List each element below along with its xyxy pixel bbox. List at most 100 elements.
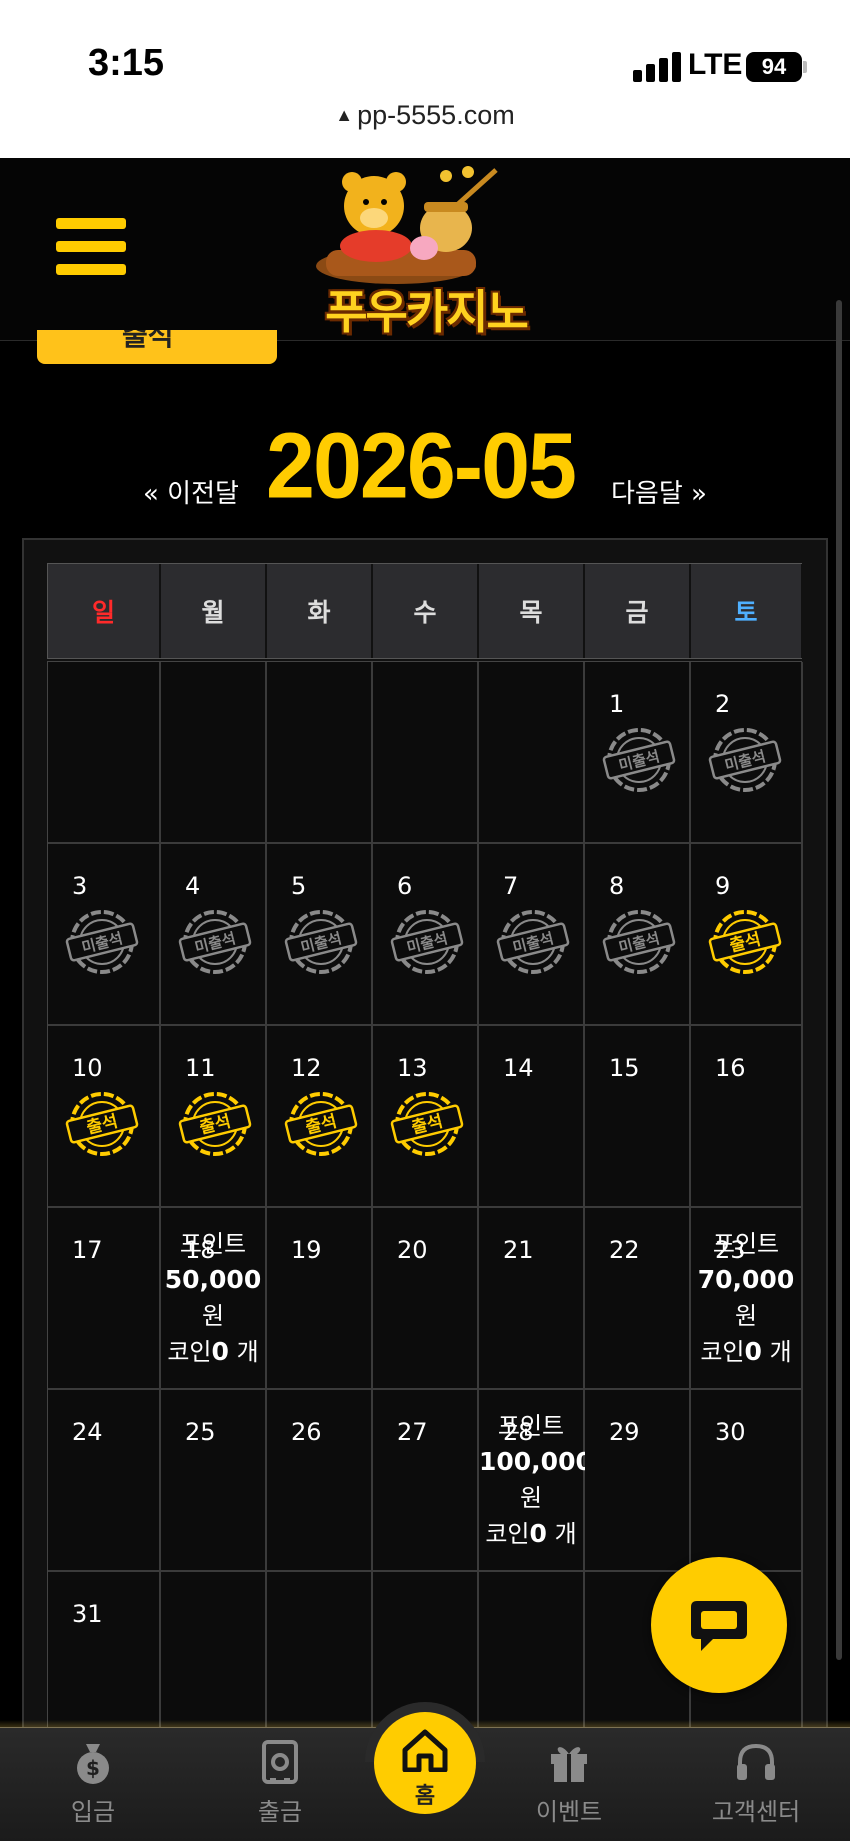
home-icon — [402, 1729, 448, 1773]
weekday-sun: 일 — [48, 564, 161, 658]
calendar-day-cell: 26 — [267, 1390, 373, 1572]
day-number: 1 — [609, 690, 625, 718]
absent-stamp-icon: 미출석 — [496, 910, 570, 974]
money-bag-icon: $ — [77, 1744, 109, 1784]
battery-icon: 94 — [746, 52, 802, 82]
day-number: 27 — [397, 1418, 428, 1446]
absent-stamp-icon: 미출석 — [602, 910, 676, 974]
calendar-day-cell: 16 — [691, 1026, 803, 1208]
calendar-day-cell: 29 — [585, 1390, 691, 1572]
calendar-day-cell: 13 출석 — [373, 1026, 479, 1208]
day-number: 25 — [185, 1418, 216, 1446]
absent-stamp-icon: 미출석 — [602, 728, 676, 792]
day-number: 4 — [185, 872, 201, 900]
reward-info: 포인트 70,000 원 코인0 개 — [691, 1226, 801, 1370]
day-number: 17 — [72, 1236, 103, 1264]
day-number: 29 — [609, 1418, 640, 1446]
nav-withdraw-label: 출금 — [257, 1798, 303, 1826]
calendar-day-cell — [48, 662, 161, 844]
coin-label: 코인 — [167, 1338, 212, 1366]
absent-stamp-icon: 미출석 — [708, 728, 782, 792]
day-number: 28 — [503, 1418, 534, 1446]
weekday-mon: 월 — [161, 564, 267, 658]
attendance-stamp-icon: 출석 — [284, 1092, 358, 1156]
nav-support-label: 고객센터 — [711, 1798, 801, 1826]
calendar-day-cell: 14 — [479, 1026, 585, 1208]
calendar-day-cell: 25 — [161, 1390, 267, 1572]
day-number: 16 — [715, 1054, 746, 1082]
attendance-stamp-icon: 출석 — [65, 1092, 139, 1156]
absent-stamp-icon: 미출석 — [65, 910, 139, 974]
prev-month-link[interactable]: « 이전달 — [143, 473, 239, 510]
next-month-link[interactable]: 다음달 » — [611, 473, 707, 510]
chat-bubble-icon — [691, 1601, 747, 1651]
coin-label: 코인 — [700, 1338, 745, 1366]
day-number: 23 — [715, 1236, 746, 1264]
bear-mascot-icon — [316, 166, 498, 284]
url-bar[interactable]: ▲ pp-5555.com — [0, 100, 850, 158]
calendar-day-cell: 24 — [48, 1390, 161, 1572]
calendar-day-cell: 8 미출석 — [585, 844, 691, 1026]
calendar-day-cell: 2 미출석 — [691, 662, 803, 844]
calendar-day-cell: 1 미출석 — [585, 662, 691, 844]
reward-unit: 원 — [734, 1302, 758, 1330]
nav-event[interactable]: 이벤트 — [499, 1738, 639, 1827]
day-number: 2 — [715, 690, 731, 718]
calendar-day-cell: 9 출석 — [691, 844, 803, 1026]
menu-icon[interactable] — [56, 218, 126, 282]
nav-home-label: 홈 — [414, 1784, 436, 1809]
scrollbar[interactable] — [836, 300, 842, 1660]
chat-button[interactable] — [651, 1557, 787, 1693]
calendar-day-cell: 20 — [373, 1208, 479, 1390]
calendar-day-cell — [161, 662, 267, 844]
nav-support[interactable]: 고객센터 — [686, 1738, 826, 1827]
day-number: 26 — [291, 1418, 322, 1446]
safe-icon — [262, 1740, 298, 1784]
weekday-sat: 토 — [691, 564, 803, 658]
reward-unit: 원 — [519, 1484, 543, 1512]
status-bar: 3:15 LTE 94 — [0, 0, 850, 100]
weekday-fri: 금 — [585, 564, 691, 658]
calendar-day-cell: 포인트 100,000 원 코인0 개 28 — [479, 1390, 593, 1572]
calendar-day-cell: 3 미출석 — [48, 844, 161, 1026]
svg-text:$: $ — [86, 1756, 100, 1780]
day-number: 14 — [503, 1054, 534, 1082]
calendar-day-cell: 6 미출석 — [373, 844, 479, 1026]
day-number: 21 — [503, 1236, 534, 1264]
calendar-day-cell: 17 — [48, 1208, 161, 1390]
day-number: 6 — [397, 872, 413, 900]
warning-icon: ▲ — [335, 105, 354, 125]
nav-home[interactable]: 홈 — [374, 1712, 476, 1814]
absent-stamp-icon: 미출석 — [284, 910, 358, 974]
day-number: 13 — [397, 1054, 428, 1082]
absent-stamp-icon: 미출석 — [390, 910, 464, 974]
calendar-day-cell: 10 출석 — [48, 1026, 161, 1208]
coin-unit: 개 — [769, 1338, 792, 1366]
reward-amount: 70,000 — [697, 1265, 795, 1294]
month-title: 2026-05 — [266, 413, 577, 518]
nav-deposit[interactable]: $ 입금 — [23, 1738, 163, 1827]
day-number: 24 — [72, 1418, 103, 1446]
calendar-day-cell: 포인트 70,000 원 코인0 개 23 — [691, 1208, 803, 1390]
partial-yellow-button[interactable]: 출석 — [37, 330, 277, 364]
calendar-day-cell: 19 — [267, 1208, 373, 1390]
logo-text: 푸우카지노 — [325, 285, 529, 339]
reward-unit: 원 — [201, 1302, 225, 1330]
weekday-tue: 화 — [267, 564, 373, 658]
day-number: 22 — [609, 1236, 640, 1264]
calendar-day-cell: 4 미출석 — [161, 844, 267, 1026]
day-number: 12 — [291, 1054, 322, 1082]
calendar-day-cell: 7 미출석 — [479, 844, 585, 1026]
month-navigation: « 이전달 2026-05 다음달 » — [0, 414, 850, 518]
coin-value: 0 — [529, 1519, 547, 1548]
signal-icon — [633, 50, 681, 82]
site-logo[interactable]: 푸우카지노 — [296, 166, 556, 339]
headset-icon — [737, 1743, 775, 1780]
coin-label: 코인 — [485, 1520, 530, 1548]
coin-value: 0 — [211, 1337, 229, 1366]
day-number: 11 — [185, 1054, 216, 1082]
url-text: pp-5555.com — [357, 100, 515, 130]
reward-amount: 100,000 — [479, 1447, 593, 1476]
weekday-thu: 목 — [479, 564, 585, 658]
nav-withdraw[interactable]: 출금 — [210, 1738, 350, 1827]
